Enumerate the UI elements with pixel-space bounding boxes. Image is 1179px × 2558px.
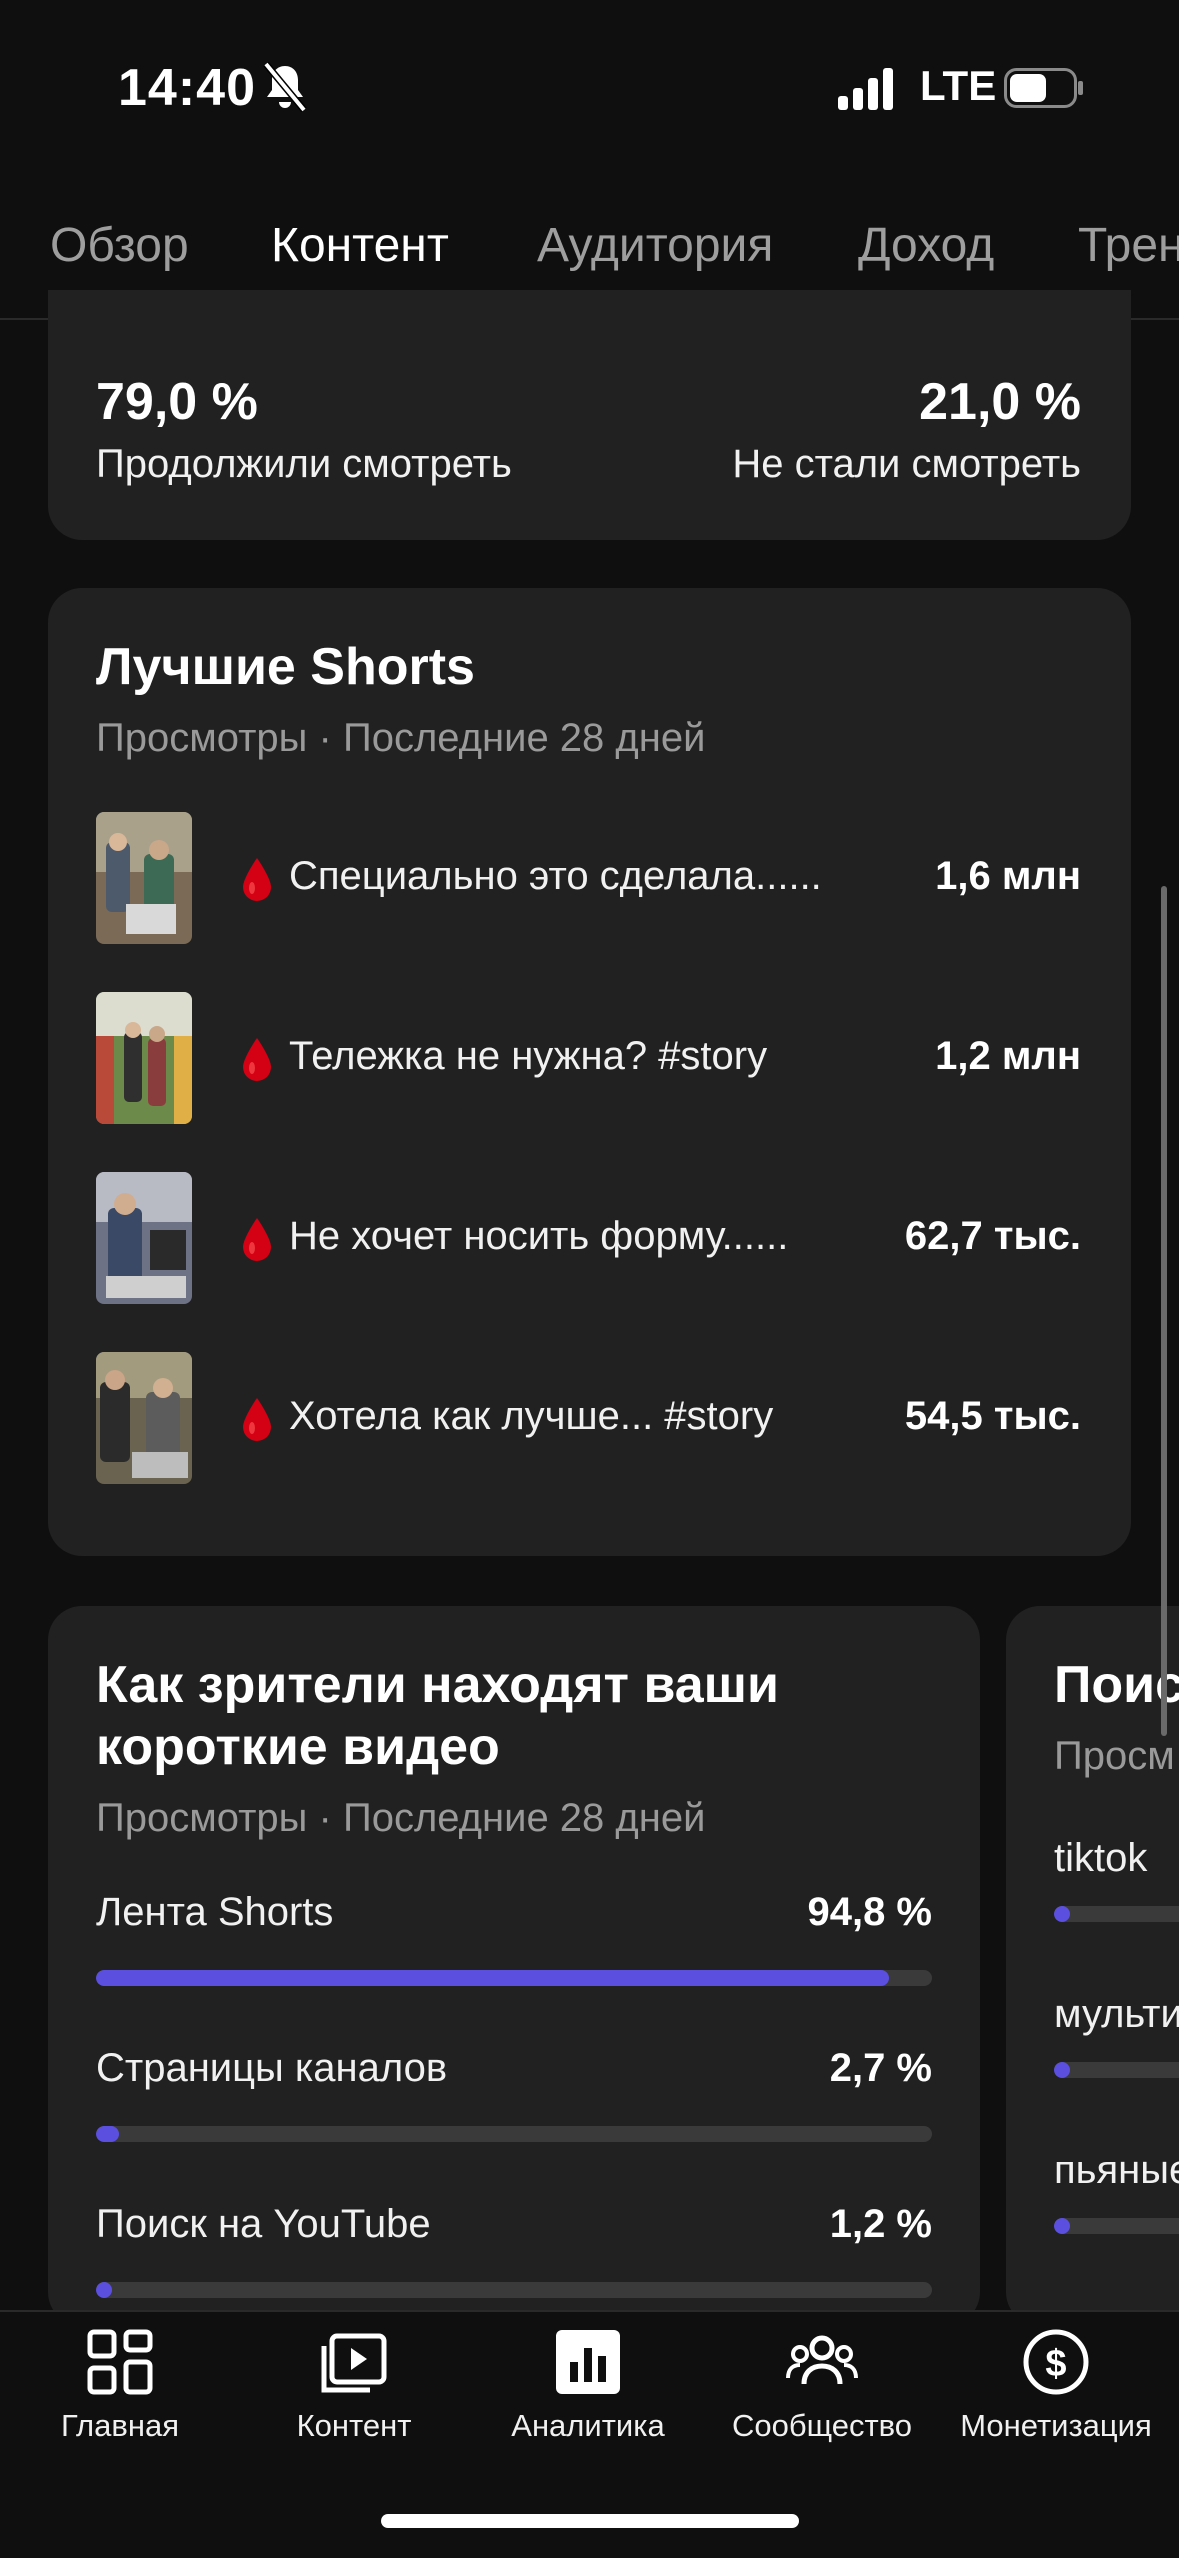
blood-drop-icon	[243, 1398, 271, 1441]
search-term-bar-fill	[1054, 1906, 1070, 1922]
traffic-source-bar	[96, 2282, 932, 2298]
blood-drop-icon	[243, 858, 271, 901]
monetization-dollar-icon: $	[1023, 2329, 1089, 2395]
community-icon	[786, 2335, 858, 2385]
short-views: 62,7 тыс.	[904, 1214, 1081, 1258]
traffic-source-value: 1,2 %	[829, 2202, 932, 2246]
video-thumbnail	[96, 992, 192, 1124]
traffic-subtitle: Просмотры · Последние 28 дней	[96, 1796, 706, 1840]
search-term-bar-fill	[1054, 2062, 1070, 2078]
traffic-source-value: 2,7 %	[829, 2046, 932, 2090]
nav-monetization[interactable]: $ Монетизация	[956, 2326, 1156, 2444]
tab-overview[interactable]: Обзор	[50, 218, 189, 273]
bell-muted-icon	[263, 62, 307, 112]
content-play-icon	[321, 2333, 387, 2393]
search-term-label: tiktok	[1054, 1836, 1148, 1880]
stopped-value: 21,0 %	[919, 373, 1081, 431]
search-term-label: пьяные	[1054, 2148, 1179, 2192]
search-terms-subtitle: Просм	[1054, 1734, 1175, 1778]
home-indicator	[381, 2514, 799, 2528]
video-thumbnail	[96, 1172, 192, 1304]
blood-drop-icon	[243, 1038, 271, 1081]
nav-label: Аналитика	[511, 2408, 665, 2443]
search-term-bar	[1054, 2062, 1179, 2078]
search-term-bar	[1054, 1906, 1179, 1922]
search-terms-card-peek[interactable]: Поис Просм tiktok мульти пьяные	[1006, 1606, 1179, 2326]
traffic-source-bar-fill	[96, 2282, 112, 2298]
search-term-bar	[1054, 2218, 1179, 2234]
short-views: 1,6 млн	[935, 854, 1081, 898]
traffic-source-value: 94,8 %	[807, 1890, 932, 1934]
stopped-label: Не стали смотреть	[732, 442, 1081, 486]
traffic-source-bar	[96, 2126, 932, 2142]
nav-analytics[interactable]: Аналитика	[488, 2326, 688, 2444]
analytics-icon	[556, 2330, 620, 2394]
short-row[interactable]: Специально это сделала...... 1,6 млн	[96, 812, 1096, 944]
signal-icon	[838, 68, 893, 110]
tab-content[interactable]: Контент	[271, 218, 449, 273]
traffic-source-label: Лента Shorts	[96, 1890, 334, 1934]
traffic-title-line1: Как зрители находят ваши	[96, 1656, 779, 1714]
short-views: 1,2 млн	[935, 1034, 1081, 1078]
nav-label: Сообщество	[731, 2408, 913, 2443]
nav-label: Монетизация	[960, 2408, 1152, 2443]
network-type: LTE	[920, 62, 997, 109]
traffic-source-bar-fill	[96, 2126, 119, 2142]
battery-icon	[1004, 68, 1083, 108]
short-title: Тележка не нужна? #story	[289, 1034, 768, 1078]
short-title: Хотела как лучше... #story	[289, 1394, 774, 1438]
search-term-label: мульти	[1054, 1992, 1179, 2036]
search-term-bar-fill	[1054, 2218, 1070, 2234]
vertical-scrollbar[interactable]	[1161, 886, 1167, 1736]
nav-home[interactable]: Главная	[20, 2326, 220, 2444]
nav-label: Контент	[296, 2408, 412, 2443]
top-shorts-title: Лучшие Shorts	[96, 638, 475, 696]
tab-trends[interactable]: Трен	[1078, 218, 1179, 273]
short-title: Специально это сделала......	[289, 854, 822, 898]
status-time: 14:40	[118, 59, 256, 117]
continued-label: Продолжили смотреть	[96, 442, 512, 486]
traffic-source-bar	[96, 1970, 932, 1986]
traffic-source-bar-fill	[96, 1970, 889, 1986]
tab-audience[interactable]: Аудитория	[537, 218, 773, 273]
tab-revenue[interactable]: Доход	[858, 218, 994, 273]
traffic-source-label: Поиск на YouTube	[96, 2202, 431, 2246]
short-title: Не хочет носить форму......	[289, 1214, 789, 1258]
nav-community[interactable]: Сообщество	[722, 2326, 922, 2444]
nav-label: Главная	[61, 2408, 179, 2443]
video-thumbnail	[96, 812, 192, 944]
video-thumbnail	[96, 1352, 192, 1484]
home-grid-icon	[87, 2329, 153, 2395]
short-row[interactable]: Хотела как лучше... #story 54,5 тыс.	[96, 1352, 1096, 1484]
short-row[interactable]: Не хочет носить форму...... 62,7 тыс.	[96, 1172, 1096, 1304]
continued-value: 79,0 %	[96, 373, 258, 431]
blood-drop-icon	[243, 1218, 271, 1261]
svg-text:$: $	[1045, 2343, 1066, 2385]
top-shorts-subtitle: Просмотры · Последние 28 дней	[96, 716, 706, 760]
nav-content[interactable]: Контент	[254, 2326, 454, 2444]
traffic-title-line2: короткие видео	[96, 1718, 500, 1776]
short-row[interactable]: Тележка не нужна? #story 1,2 млн	[96, 992, 1096, 1124]
traffic-source-label: Страницы каналов	[96, 2046, 448, 2090]
short-views: 54,5 тыс.	[904, 1394, 1081, 1438]
